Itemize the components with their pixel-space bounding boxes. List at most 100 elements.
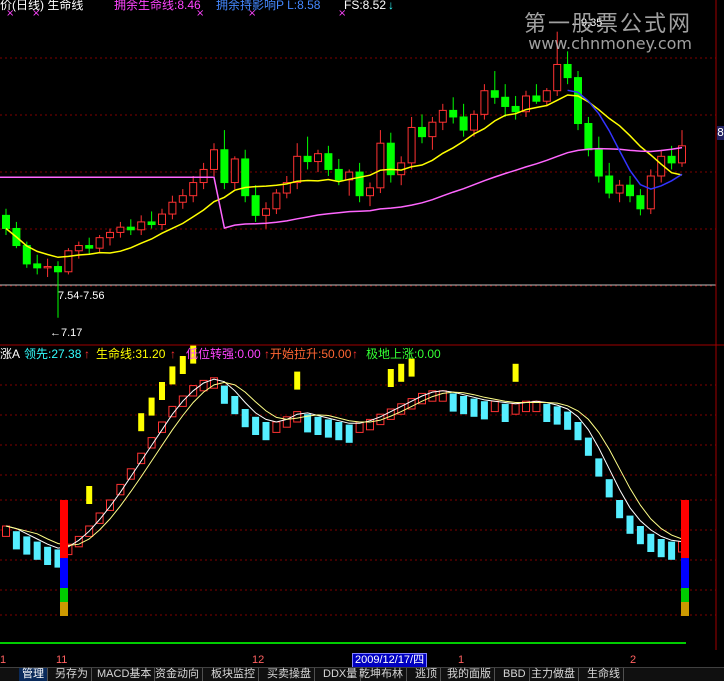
indicator-bar [314, 416, 322, 435]
indicator-bar [345, 424, 353, 443]
signal-bar [179, 356, 186, 374]
indicator-bar [553, 406, 561, 425]
date-tick: 12 [252, 654, 265, 666]
candle-body [2, 214, 10, 229]
indicator-bar [668, 541, 676, 560]
indicator-tab-bar: 管理 另存为 MACD基本 资金动向 板块监控 买卖操盘 DDX量 乾坤布林 逃… [0, 667, 724, 681]
candle-body [532, 95, 541, 102]
marker-gold [681, 602, 689, 616]
indicator-bar [449, 393, 457, 412]
indicator-bar [137, 452, 146, 465]
tab-macd[interactable]: MACD基本 [94, 668, 156, 681]
indicator-bar [636, 526, 644, 545]
candle-body [147, 221, 156, 226]
candle-body [428, 121, 437, 138]
marker-red [681, 500, 689, 558]
candle-body [85, 245, 94, 249]
candle-body [459, 116, 468, 131]
candle-body [251, 195, 260, 216]
range-label: 7.54-7.56 [58, 290, 104, 302]
indicator-bar [33, 541, 41, 560]
tab-trading[interactable]: 买卖操盘 [264, 668, 315, 681]
up-arrow-icon: ↑ [352, 347, 358, 361]
tab-sector-monitor[interactable]: 板块监控 [208, 668, 259, 681]
marker-x-icon: × [248, 8, 257, 19]
indicator-bar [44, 546, 52, 565]
tab-main-force[interactable]: 主力做盘 [528, 668, 579, 681]
indicator-bar [647, 533, 655, 552]
marker-green [681, 588, 689, 602]
candle-body [178, 195, 187, 203]
indicator-bar [293, 411, 302, 423]
candle-body [43, 266, 52, 269]
indicator-bar [460, 396, 468, 415]
candle-body [594, 149, 603, 177]
tab-fund-flow[interactable]: 资金动向 [152, 668, 203, 681]
signal-bar [138, 413, 145, 432]
indicator-bar [511, 403, 520, 415]
tab-manage[interactable]: 管理 [19, 668, 48, 681]
tab-my-panel[interactable]: 我的面版 [444, 668, 495, 681]
signal-bar [159, 382, 165, 400]
marker-green [60, 588, 68, 602]
marker-red [60, 500, 68, 558]
candle-body [470, 113, 478, 131]
candle-body [615, 184, 624, 194]
candle-body [355, 171, 364, 197]
indicator-bar [231, 396, 239, 415]
indicator-bar [252, 416, 260, 435]
candle-body [605, 175, 614, 194]
signal-bar [169, 366, 176, 385]
lead-line [5, 378, 683, 549]
indicator-bar [564, 411, 572, 430]
tab-bollinger[interactable]: 乾坤布林 [356, 668, 407, 681]
signal-bar [294, 371, 301, 390]
indicator-bar [158, 421, 166, 433]
candle-body [626, 184, 634, 197]
indicator-item-1: 领先:27.38 [24, 347, 82, 361]
candle-body [314, 153, 322, 163]
indicator-bar [220, 385, 228, 404]
indicator-bar [543, 403, 551, 422]
marker-blue [60, 558, 68, 588]
tab-bbd[interactable]: BBD [500, 668, 530, 681]
high-price-label: ←9.35 [570, 17, 602, 29]
header-item-2: 拥余持影响P L:8.58 [216, 0, 321, 12]
candle-body [137, 221, 146, 231]
tab-save-as[interactable]: 另存为 [52, 668, 92, 681]
candle-body [407, 126, 416, 164]
candle-body [199, 168, 208, 184]
signal-bar [148, 397, 155, 416]
candle-body [64, 250, 73, 273]
candle-body [553, 63, 562, 92]
indicator-title: 涨A [0, 347, 21, 361]
header-item-3: FS:8.52 [344, 0, 387, 12]
candle-body [116, 226, 125, 233]
indicator-bar [262, 422, 270, 441]
date-tick: 1 [458, 654, 465, 666]
signal-bar [86, 486, 93, 504]
down-arrow-icon: ↓ [388, 0, 394, 12]
marker-x-icon: × [338, 8, 347, 19]
signal-bar [387, 369, 394, 387]
right-price-tag: 8 [717, 126, 724, 140]
candle-body [636, 195, 645, 210]
candle-body [366, 187, 374, 197]
indicator-item-3: 低位转强:0.00 [186, 347, 261, 361]
lifeline-line [5, 381, 683, 547]
indicator-bar [126, 468, 135, 480]
tab-lifeline[interactable]: 生命线 [584, 668, 624, 681]
indicator-item-4: 开始拉升:50.00 [270, 347, 352, 361]
candle-body [490, 90, 499, 98]
stock-chart-canvas[interactable]: ←9.35 ←7.17 7.54-7.56 [0, 0, 724, 680]
candle-body [480, 90, 489, 115]
candle-body [168, 201, 177, 215]
indicator-bar [23, 536, 31, 555]
indicator-bar [657, 539, 665, 558]
candle-body [95, 237, 104, 249]
indicator-bar [272, 421, 281, 433]
candle-body [438, 109, 447, 123]
date-tick: 2 [630, 654, 637, 666]
indicator-bar [335, 422, 343, 441]
tab-escape-top[interactable]: 逃顶 [412, 668, 441, 681]
